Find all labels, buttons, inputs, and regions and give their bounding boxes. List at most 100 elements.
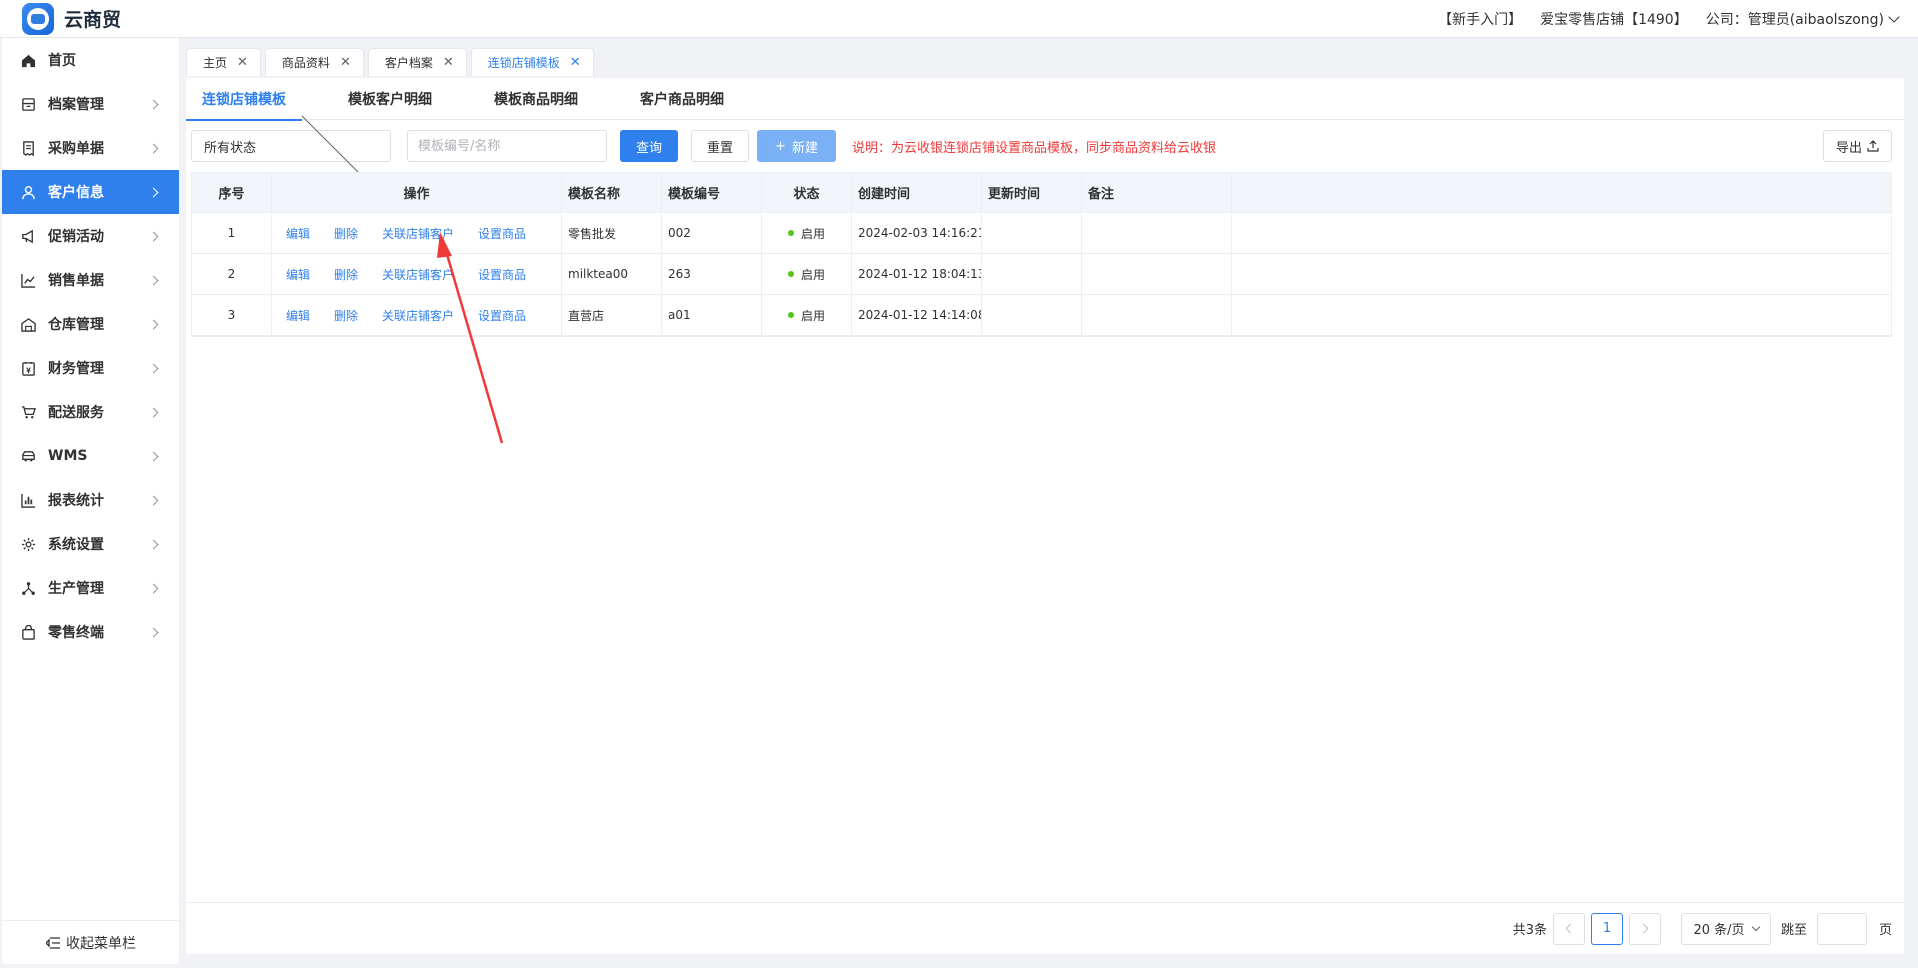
page-size-select[interactable]: 20 条/页 [1680, 912, 1771, 945]
sidebar-item-label: 首页 [48, 53, 76, 69]
sidebar-item[interactable]: 配送服务 [2, 390, 179, 434]
sidebar: 首页档案管理采购单据客户信息 促销活动销售单据仓库管理财务管理配送服务 WMS 报表统… [2, 38, 180, 964]
warehouse-icon [20, 316, 36, 332]
close-icon[interactable]: ✕ [443, 55, 454, 70]
bag-icon [20, 624, 36, 640]
megaphone-icon [20, 228, 36, 244]
set-goods-link[interactable]: 设置商品 [478, 266, 526, 283]
prev-page-button[interactable] [1552, 912, 1585, 945]
edit-link[interactable]: 编辑 [286, 307, 310, 324]
sidebar-item[interactable]: 采购单据 [2, 126, 179, 170]
sidebar-item[interactable]: 仓库管理 [2, 302, 179, 346]
close-icon[interactable]: ✕ [237, 55, 248, 70]
newbie-guide-link[interactable]: 【新手入门】 [1438, 9, 1522, 29]
link-store-customer-link[interactable]: 关联店铺客户 [382, 266, 454, 283]
page-number-current[interactable]: 1 [1590, 912, 1623, 945]
edit-link[interactable]: 编辑 [286, 266, 310, 283]
home-icon [20, 52, 36, 68]
sub-tab[interactable]: 连锁店铺模板 [186, 78, 302, 121]
cell-status: 启用 [762, 295, 852, 335]
status-text: 启用 [800, 226, 825, 241]
sidebar-item-label: 系统设置 [48, 537, 104, 553]
cell-updated [982, 254, 1082, 294]
edit-link[interactable]: 编辑 [286, 225, 310, 242]
page-jump-input[interactable] [1816, 912, 1867, 945]
sidebar-item-label: 采购单据 [48, 141, 104, 157]
page-tab[interactable]: 客户档案 ✕ [367, 48, 467, 76]
delete-link[interactable]: 删除 [334, 266, 358, 283]
sidebar-item-label: 配送服务 [48, 405, 104, 421]
sidebar-item[interactable]: 零售终端 [2, 610, 179, 654]
chevron-left-icon [1565, 923, 1576, 934]
sidebar-item[interactable]: 销售单据 [2, 258, 179, 302]
search-input[interactable] [407, 130, 607, 162]
jump-label: 跳至 [1780, 923, 1807, 938]
sidebar-item-label: 生产管理 [48, 581, 104, 597]
sub-tab[interactable]: 客户商品明细 [624, 78, 740, 120]
next-page-button[interactable] [1628, 912, 1661, 945]
close-icon[interactable]: ✕ [340, 55, 351, 70]
page-tab[interactable]: 商品资料 ✕ [264, 48, 364, 76]
sidebar-item[interactable]: WMS [2, 434, 179, 478]
chevron-down-icon [300, 110, 368, 178]
cell-name: milktea00 [562, 254, 662, 294]
chart-line-icon [20, 272, 36, 288]
sub-tab[interactable]: 模板商品明细 [478, 78, 594, 120]
chevron-right-icon [148, 495, 159, 505]
logo-icon [22, 2, 54, 35]
status-dot-icon [787, 230, 794, 236]
header-filler [1232, 173, 1891, 212]
set-goods-link[interactable]: 设置商品 [478, 225, 526, 242]
top-header: 云商贸 【新手入门】 爱宝零售店铺【1490】 公司：管理员(aibaolszo… [0, 0, 1918, 38]
set-goods-link[interactable]: 设置商品 [478, 307, 526, 324]
delete-link[interactable]: 删除 [334, 307, 358, 324]
sidebar-item[interactable]: 系统设置 [2, 522, 179, 566]
export-icon [1867, 140, 1879, 152]
user-menu[interactable]: 公司：管理员(aibaolszong) [1706, 9, 1900, 29]
close-icon[interactable]: ✕ [570, 55, 581, 70]
receipt-icon [20, 140, 36, 156]
template-table: 序号 操作 模板名称 模板编号 状态 创建时间 更新时间 备注 1 编辑 删除 关联店… [191, 172, 1892, 337]
chevron-right-icon [148, 231, 159, 241]
chevron-right-icon [148, 99, 159, 109]
export-button[interactable]: 导出 [1823, 130, 1892, 162]
page-tab[interactable]: 连锁店铺模板 ✕ [470, 48, 594, 76]
table-body: 1 编辑 删除 关联店铺客户 设置商品 零售批发 002 启用 2024-02-03 14:16… [192, 213, 1891, 336]
table-row: 3 编辑 删除 关联店铺客户 设置商品 直营店 a01 启用 2024-01-12 14:14:… [192, 295, 1891, 336]
page-tab[interactable]: 主页 ✕ [186, 48, 261, 76]
page-tab-label: 主页 [203, 56, 228, 70]
table-row: 2 编辑 删除 关联店铺客户 设置商品 milktea00 263 启用 2024-01-12 … [192, 254, 1891, 295]
menu-collapse-icon [46, 936, 60, 949]
sidebar-item[interactable]: 档案管理 [2, 82, 179, 126]
cell-no: 3 [192, 295, 272, 335]
sidebar-item[interactable]: 客户信息 [2, 170, 179, 214]
cell-op: 编辑 删除 关联店铺客户 设置商品 [272, 213, 562, 253]
sidebar-item[interactable]: 财务管理 [2, 346, 179, 390]
status-select[interactable]: 所有状态 [191, 110, 391, 178]
delete-link[interactable]: 删除 [334, 225, 358, 242]
reset-button[interactable]: 重置 [691, 130, 749, 162]
new-button[interactable]: + 新建 [757, 130, 836, 162]
link-store-customer-link[interactable]: 关联店铺客户 [382, 307, 454, 324]
chevron-right-icon [148, 583, 159, 593]
app-logo[interactable]: 云商贸 [22, 2, 122, 35]
sub-tabs: 连锁店铺模板 模板客户明细 模板商品明细 客户商品明细 [186, 78, 1904, 121]
toolbar: 所有状态 查询 重置 + 新建 说明：为云收银连锁店铺设置商品模板，同步商品资料… [186, 110, 1904, 178]
header-status: 状态 [762, 173, 852, 212]
app-name: 云商贸 [64, 9, 122, 31]
chevron-down-icon [1888, 10, 1900, 23]
query-button[interactable]: 查询 [620, 130, 678, 162]
store-name[interactable]: 爱宝零售店铺【1490】 [1540, 9, 1688, 29]
cell-no: 2 [192, 254, 272, 294]
sidebar-item[interactable]: 生产管理 [2, 566, 179, 610]
collapse-menu-button[interactable]: 收起菜单栏 [2, 920, 180, 964]
sidebar-item-label: 销售单据 [48, 273, 104, 289]
link-store-customer-link[interactable]: 关联店铺客户 [382, 225, 454, 242]
sidebar-item[interactable]: 促销活动 [2, 214, 179, 258]
sidebar-item[interactable]: 报表统计 [2, 478, 179, 522]
header-no: 序号 [192, 173, 272, 212]
sub-tab[interactable]: 模板客户明细 [332, 78, 448, 120]
sidebar-item[interactable]: 首页 [2, 38, 179, 82]
cell-memo [1082, 213, 1232, 253]
sidebar-item-label: 仓库管理 [48, 317, 104, 333]
